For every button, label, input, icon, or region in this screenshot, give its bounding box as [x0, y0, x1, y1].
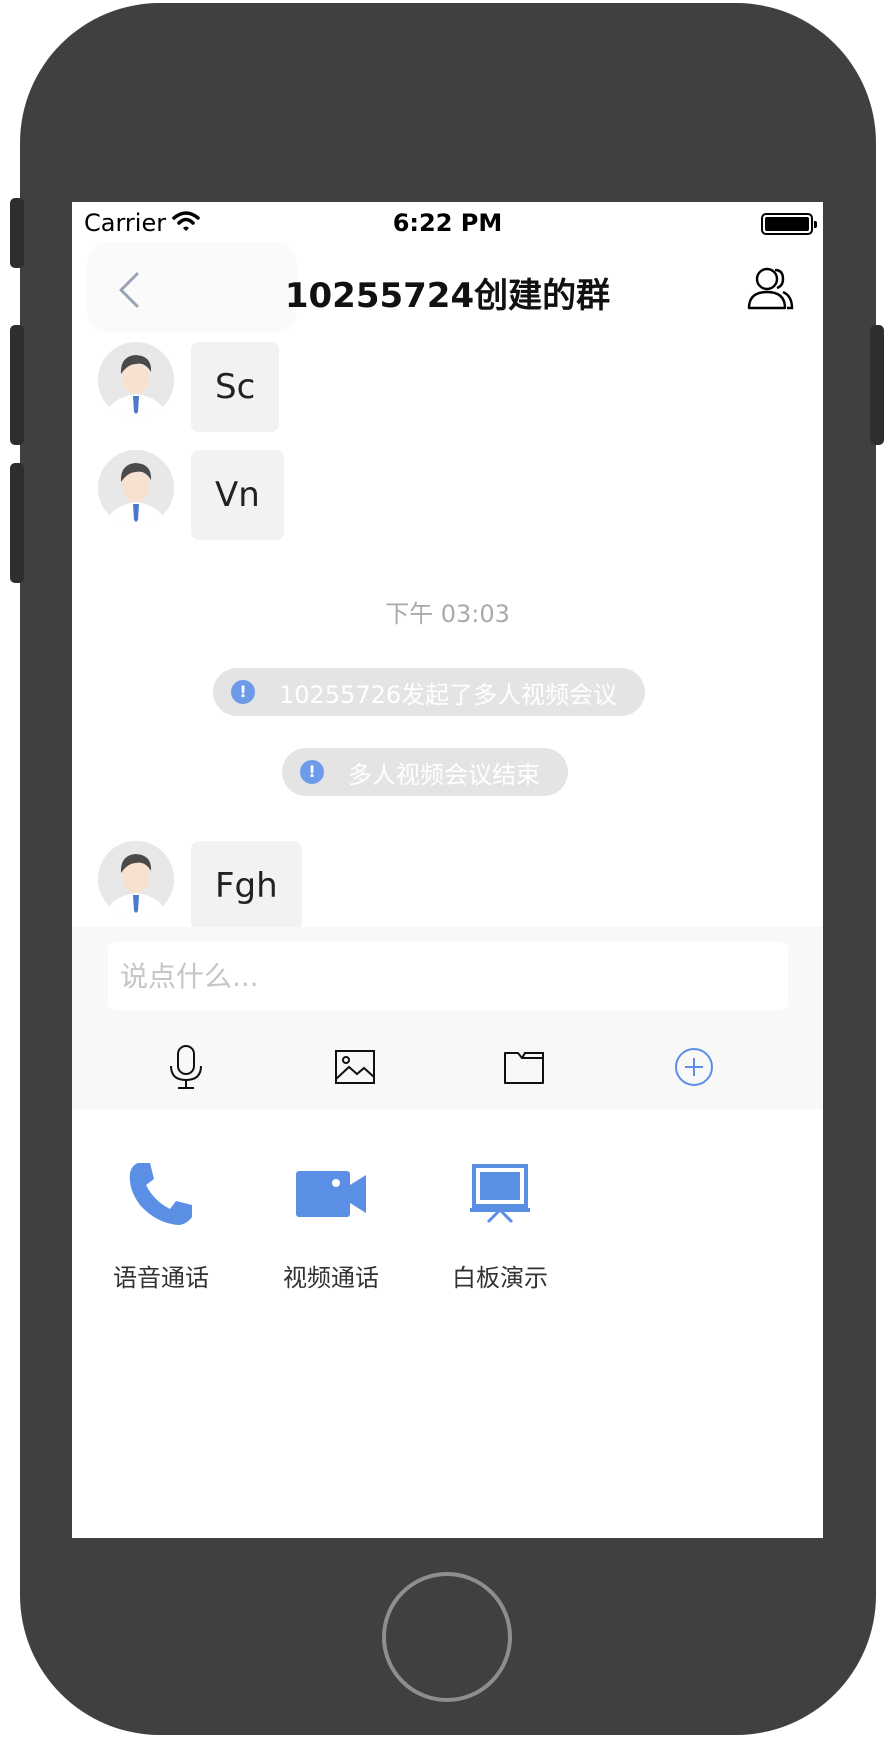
more-button[interactable] — [664, 1037, 724, 1097]
video-camera-icon — [296, 1171, 366, 1217]
nav-bar: 10255724创建的群 — [72, 242, 823, 332]
voice-button[interactable] — [156, 1037, 216, 1097]
voice-call-action[interactable]: 语音通话 — [86, 1144, 236, 1293]
avatar[interactable] — [98, 342, 174, 418]
action-label: 白板演示 — [452, 1264, 548, 1292]
action-label: 视频通话 — [283, 1264, 379, 1292]
image-button[interactable] — [325, 1037, 385, 1097]
image-icon — [335, 1050, 375, 1084]
whiteboard-icon — [470, 1164, 530, 1224]
message-row: Fgh — [72, 841, 823, 931]
message-bubble[interactable]: Vn — [191, 450, 284, 540]
message-row: Vn — [72, 450, 823, 540]
message-timestamp: 下午 03:03 — [385, 600, 510, 628]
microphone-icon — [170, 1045, 202, 1089]
group-members-button[interactable] — [745, 264, 795, 314]
info-icon: ! — [231, 680, 255, 704]
plus-circle-icon — [675, 1048, 713, 1086]
system-notice: ! 10255726发起了多人视频会议 — [213, 668, 646, 716]
folder-icon — [504, 1052, 544, 1084]
action-label: 语音通话 — [113, 1264, 209, 1292]
phone-icon — [129, 1163, 192, 1225]
composer — [72, 927, 823, 1109]
video-call-action[interactable]: 视频通话 — [256, 1144, 406, 1293]
whiteboard-action[interactable]: 白板演示 — [425, 1144, 575, 1293]
status-time: 6:22 PM — [392, 209, 503, 237]
power-button — [870, 325, 884, 445]
message-input[interactable] — [108, 942, 788, 1010]
volume-down-button — [10, 463, 24, 583]
info-icon: ! — [300, 760, 324, 784]
system-notice-text: 10255726发起了多人视频会议 — [279, 680, 618, 709]
group-members-icon — [747, 267, 794, 310]
battery-icon — [761, 213, 817, 235]
app-screen: Carrier 6:22 PM 10255724创建的群 Sc Vn 下午 03… — [72, 202, 823, 1538]
message-row: Sc — [72, 342, 823, 432]
chat-title: 10255724创建的群 — [284, 276, 611, 316]
message-bubble[interactable]: Fgh — [191, 841, 302, 931]
avatar[interactable] — [98, 450, 174, 526]
file-button[interactable] — [494, 1037, 554, 1097]
volume-up-button — [10, 325, 24, 445]
status-bar: Carrier 6:22 PM — [72, 202, 823, 242]
mute-switch — [10, 198, 24, 268]
system-notice-text: 多人视频会议结束 — [348, 760, 540, 789]
message-bubble[interactable]: Sc — [191, 342, 280, 432]
avatar[interactable] — [98, 841, 174, 917]
system-notice: ! 多人视频会议结束 — [282, 748, 568, 796]
home-button[interactable] — [382, 1572, 512, 1702]
